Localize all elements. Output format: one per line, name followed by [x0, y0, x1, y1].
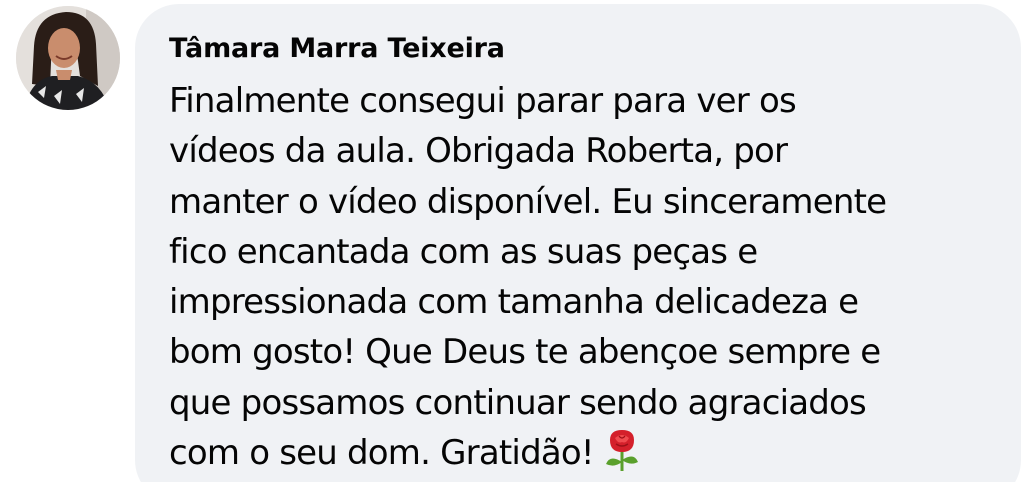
comment-text: Finalmente consegui parar para ver os ví…	[169, 76, 991, 482]
comment-text-line: com o seu dom. Gratidão!	[169, 433, 595, 474]
comment-text-line: Finalmente consegui parar para ver os	[169, 81, 797, 121]
comment-text-line: bom gosto! Que Deus te abençoe sempre e	[169, 332, 881, 373]
avatar-photo	[16, 6, 120, 110]
comment-text-line: fico encantada com as suas peças e	[169, 231, 758, 272]
comment-text-line: impressionada com tamanha delicadeza e	[169, 282, 859, 323]
comment-bubble: Tâmara Marra Teixeira Finalmente consegu…	[135, 4, 1021, 482]
comment-text-line: vídeos da aula. Obrigada Roberta, por	[169, 131, 788, 172]
comment-last-line: com o seu dom. Gratidão!	[169, 428, 991, 482]
rose-icon	[602, 428, 642, 482]
comment-text-line: manter o vídeo disponível. Eu sinceramen…	[169, 181, 887, 222]
comment: Tâmara Marra Teixeira Finalmente consegu…	[0, 0, 1024, 482]
comment-text-line: que possamos continuar sendo agraciados	[169, 382, 867, 423]
avatar[interactable]	[16, 6, 120, 110]
comment-author[interactable]: Tâmara Marra Teixeira	[169, 34, 991, 64]
